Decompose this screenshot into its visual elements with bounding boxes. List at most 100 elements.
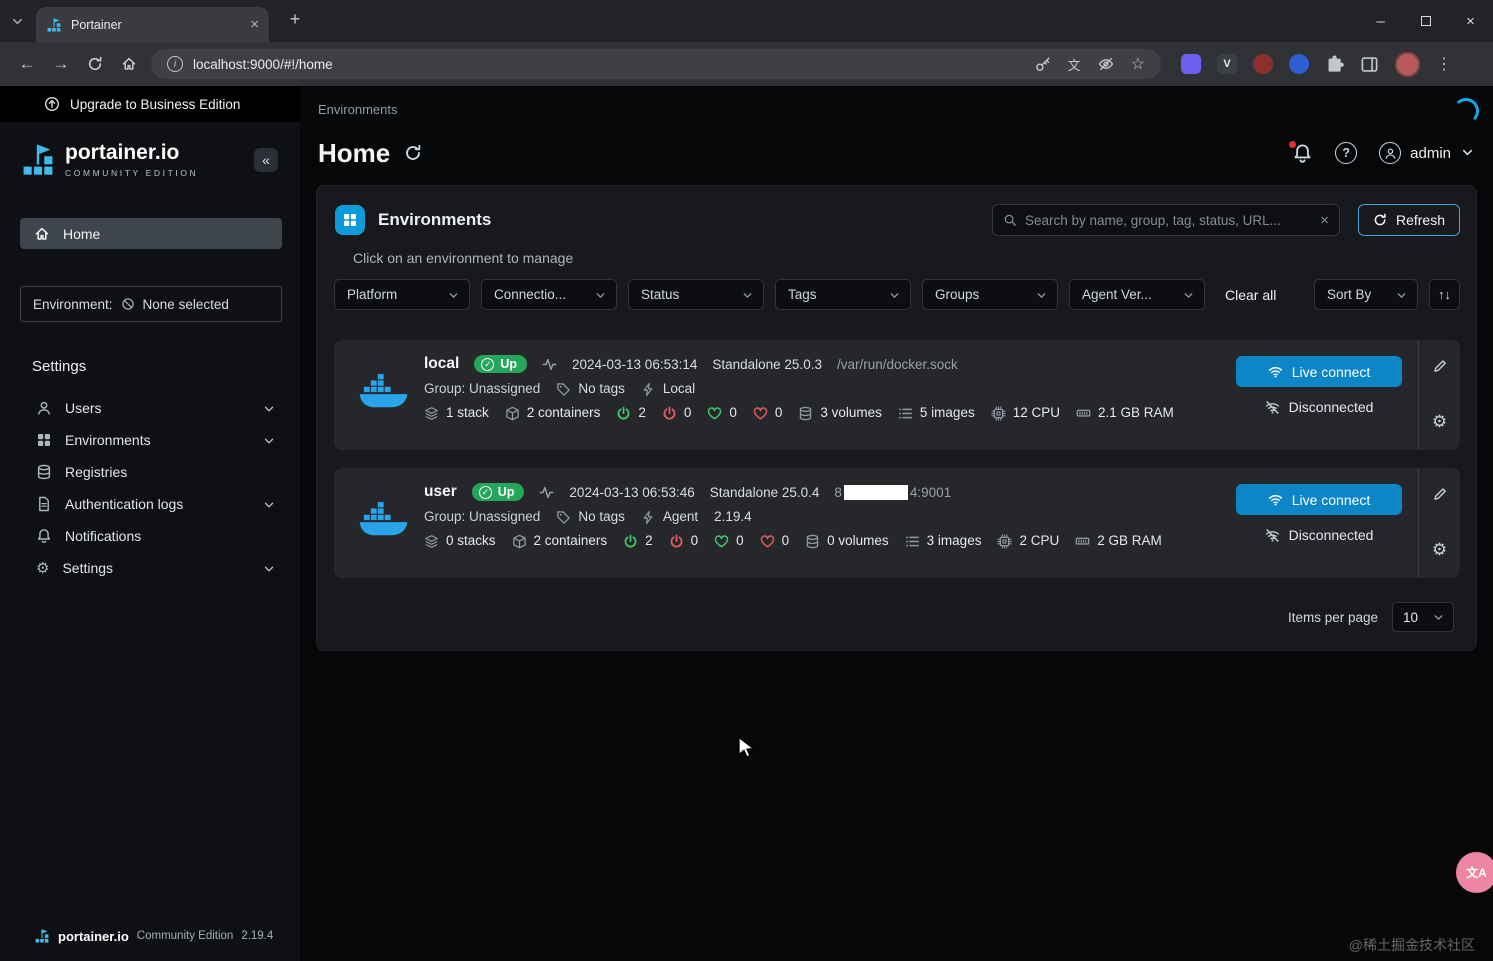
extensions-puzzle-icon[interactable] xyxy=(1325,55,1344,74)
tags-info: No tags xyxy=(556,381,625,397)
panel-header: Environments × Refresh xyxy=(317,186,1476,236)
window-maximize-button[interactable] xyxy=(1403,0,1448,42)
edit-environment-button[interactable] xyxy=(1432,484,1448,502)
environment-selector-value: None selected xyxy=(142,296,229,312)
search-clear-icon[interactable]: × xyxy=(1320,213,1329,228)
translate-icon[interactable]: 文 xyxy=(1068,55,1081,74)
tab-search-button[interactable] xyxy=(10,13,25,31)
sort-direction-button[interactable]: ↑↓ xyxy=(1429,279,1460,310)
wifi-icon xyxy=(1268,364,1283,379)
connection-filter[interactable]: Connectio... xyxy=(481,279,617,310)
tab-close-icon[interactable]: × xyxy=(250,17,259,32)
card-stats-row: 1 stack 2 containers 2 0 0 0 3 volumes 5… xyxy=(424,405,1235,421)
containers-stat[interactable]: 2 containers xyxy=(512,533,607,549)
sidebar-item-label: Settings xyxy=(62,560,114,576)
forward-button[interactable]: → xyxy=(44,47,78,81)
page-refresh-icon[interactable] xyxy=(404,144,422,162)
sidebar-item-notifications[interactable]: Notifications xyxy=(0,520,300,552)
search-input[interactable] xyxy=(1024,212,1313,228)
status-badge: ✓ Up xyxy=(474,355,527,373)
sidebar-item-home[interactable]: Home xyxy=(20,218,282,249)
bookmark-star-icon[interactable]: ☆ xyxy=(1131,54,1145,74)
volumes-stat[interactable]: 3 volumes xyxy=(798,405,882,421)
live-connect-button[interactable]: Live connect xyxy=(1236,356,1402,387)
status-filter[interactable]: Status xyxy=(628,279,764,310)
url-text: localhost:9000/#!/home xyxy=(193,56,333,72)
agent-version-filter[interactable]: Agent Ver... xyxy=(1069,279,1205,310)
sidebar-item-users[interactable]: Users xyxy=(0,392,300,424)
window-minimize-button[interactable]: – xyxy=(1358,0,1403,42)
heartbeat-icon xyxy=(539,484,554,500)
chevron-down-icon xyxy=(262,432,276,448)
eye-off-icon[interactable] xyxy=(1098,56,1114,72)
notifications-bell-button[interactable] xyxy=(1289,140,1313,164)
card-title-row: user ✓ Up 2024-03-13 06:53:46 Standalone … xyxy=(424,483,1235,501)
environment-card-user[interactable]: user ✓ Up 2024-03-13 06:53:46 Standalone … xyxy=(334,468,1460,578)
window-close-button[interactable]: × xyxy=(1448,0,1493,42)
images-stat[interactable]: 3 images xyxy=(905,533,981,549)
connection-type: Agent xyxy=(641,509,698,525)
chevron-down-icon xyxy=(1182,287,1195,302)
sidebar-item-settings[interactable]: ⚙ Settings xyxy=(0,552,300,584)
extension-icon-2[interactable]: V xyxy=(1217,54,1237,74)
stacks-stat[interactable]: 0 stacks xyxy=(424,533,496,549)
user-menu[interactable]: admin xyxy=(1379,142,1475,164)
site-info-icon[interactable]: i xyxy=(167,56,183,72)
notification-dot xyxy=(1289,140,1297,148)
sidebar-item-registries[interactable]: Registries xyxy=(0,456,300,488)
platform-filter[interactable]: Platform xyxy=(334,279,470,310)
sidebar-item-authentication-logs[interactable]: Authentication logs xyxy=(0,488,300,520)
clear-all-button[interactable]: Clear all xyxy=(1225,287,1276,303)
live-connect-button[interactable]: Live connect xyxy=(1236,484,1402,515)
chevron-down-icon xyxy=(262,496,276,512)
address-bar[interactable]: i localhost:9000/#!/home 文 ☆ xyxy=(151,49,1161,79)
containers-stat[interactable]: 2 containers xyxy=(505,405,600,421)
portainer-footer-logo-icon xyxy=(34,927,50,945)
footer-version: 2.19.4 xyxy=(241,930,274,942)
extension-icon-1[interactable] xyxy=(1181,54,1201,74)
sidebar-collapse-button[interactable]: « xyxy=(254,148,278,172)
environment-settings-button[interactable]: ⚙ xyxy=(1432,541,1447,558)
extension-icon-4[interactable] xyxy=(1289,54,1309,74)
side-panel-icon[interactable] xyxy=(1360,55,1379,74)
back-button[interactable]: ← xyxy=(10,47,44,81)
help-button[interactable]: ? xyxy=(1335,142,1358,164)
reload-button[interactable] xyxy=(78,47,112,81)
environment-settings-button[interactable]: ⚙ xyxy=(1432,413,1447,430)
logo-title: portainer.io xyxy=(65,141,180,165)
upgrade-icon xyxy=(44,96,60,112)
sidebar-item-environments[interactable]: Environments xyxy=(0,424,300,456)
volumes-stat[interactable]: 0 volumes xyxy=(805,533,889,549)
sidebar-item-label: Authentication logs xyxy=(65,496,184,512)
tags-filter[interactable]: Tags xyxy=(775,279,911,310)
extension-icon-3[interactable] xyxy=(1253,54,1273,74)
sort-by-select[interactable]: Sort By xyxy=(1314,279,1418,310)
refresh-icon xyxy=(1373,213,1387,227)
environment-card-local[interactable]: local ✓ Up 2024-03-13 06:53:14 Standalone… xyxy=(334,340,1460,450)
sidebar: Upgrade to Business Edition portainer.io… xyxy=(0,86,300,961)
container-icon xyxy=(512,533,527,549)
browser-home-button[interactable] xyxy=(112,47,146,81)
items-per-page-select[interactable]: 10 xyxy=(1392,602,1454,632)
upgrade-banner[interactable]: Upgrade to Business Edition xyxy=(0,86,300,122)
unhealthy-containers-stat: 0 xyxy=(760,533,789,549)
browser-tab[interactable]: Portainer × xyxy=(36,7,269,42)
new-tab-button[interactable]: + xyxy=(283,9,307,30)
groups-filter[interactable]: Groups xyxy=(922,279,1058,310)
password-key-icon[interactable] xyxy=(1035,56,1051,72)
stacks-stat[interactable]: 1 stack xyxy=(424,405,489,421)
filters-row: Platform Connectio... Status Tags Groups… xyxy=(334,279,1460,310)
images-stat[interactable]: 5 images xyxy=(898,405,975,421)
profile-avatar[interactable] xyxy=(1395,51,1420,77)
browser-menu-icon[interactable]: ⋮ xyxy=(1436,54,1452,74)
heartbeat-icon xyxy=(542,356,557,372)
edit-environment-button[interactable] xyxy=(1432,356,1448,374)
search-box: × xyxy=(991,204,1340,236)
floating-translate-button[interactable]: 文A xyxy=(1456,852,1493,893)
screen: Portainer × + – × ← → i localhost:9000/#… xyxy=(0,0,1493,961)
power-off-icon xyxy=(669,533,684,549)
environments-icon xyxy=(36,432,52,448)
portainer-logo-icon xyxy=(20,142,56,178)
maximize-icon xyxy=(1420,16,1431,26)
refresh-button[interactable]: Refresh xyxy=(1357,204,1460,236)
